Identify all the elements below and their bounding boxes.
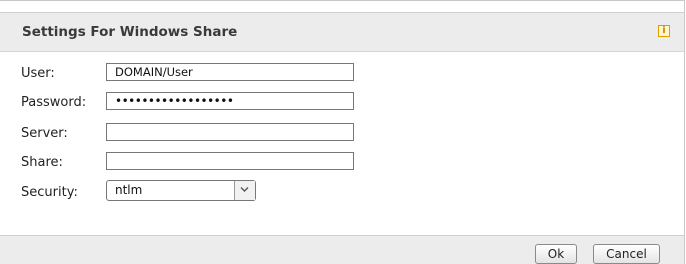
password-label: Password: [21,95,87,110]
share-field[interactable] [106,152,354,170]
security-dropdown-button[interactable] [234,181,255,200]
user-field[interactable]: DOMAIN/User [106,63,354,81]
security-label: Security: [21,185,78,200]
ok-button[interactable]: Ok [535,244,577,264]
share-label: Share: [21,155,63,170]
dialog-top-strip [0,1,684,12]
security-select-value: ntlm [115,183,143,197]
server-label: Server: [21,126,68,141]
dialog-header: Settings For Windows Share i [0,12,684,52]
user-label: User: [21,66,55,81]
info-icon[interactable]: i [658,25,670,37]
cancel-button[interactable]: Cancel [593,244,660,264]
dialog-footer: Ok Cancel [0,235,684,264]
chevron-down-icon [240,187,249,192]
dialog-title: Settings For Windows Share [22,24,238,40]
security-select[interactable]: ntlm [106,180,256,201]
password-field[interactable]: •••••••••••••••••• [106,92,354,110]
server-field[interactable] [106,123,354,141]
settings-dialog: Settings For Windows Share i User: DOMAI… [0,0,685,264]
